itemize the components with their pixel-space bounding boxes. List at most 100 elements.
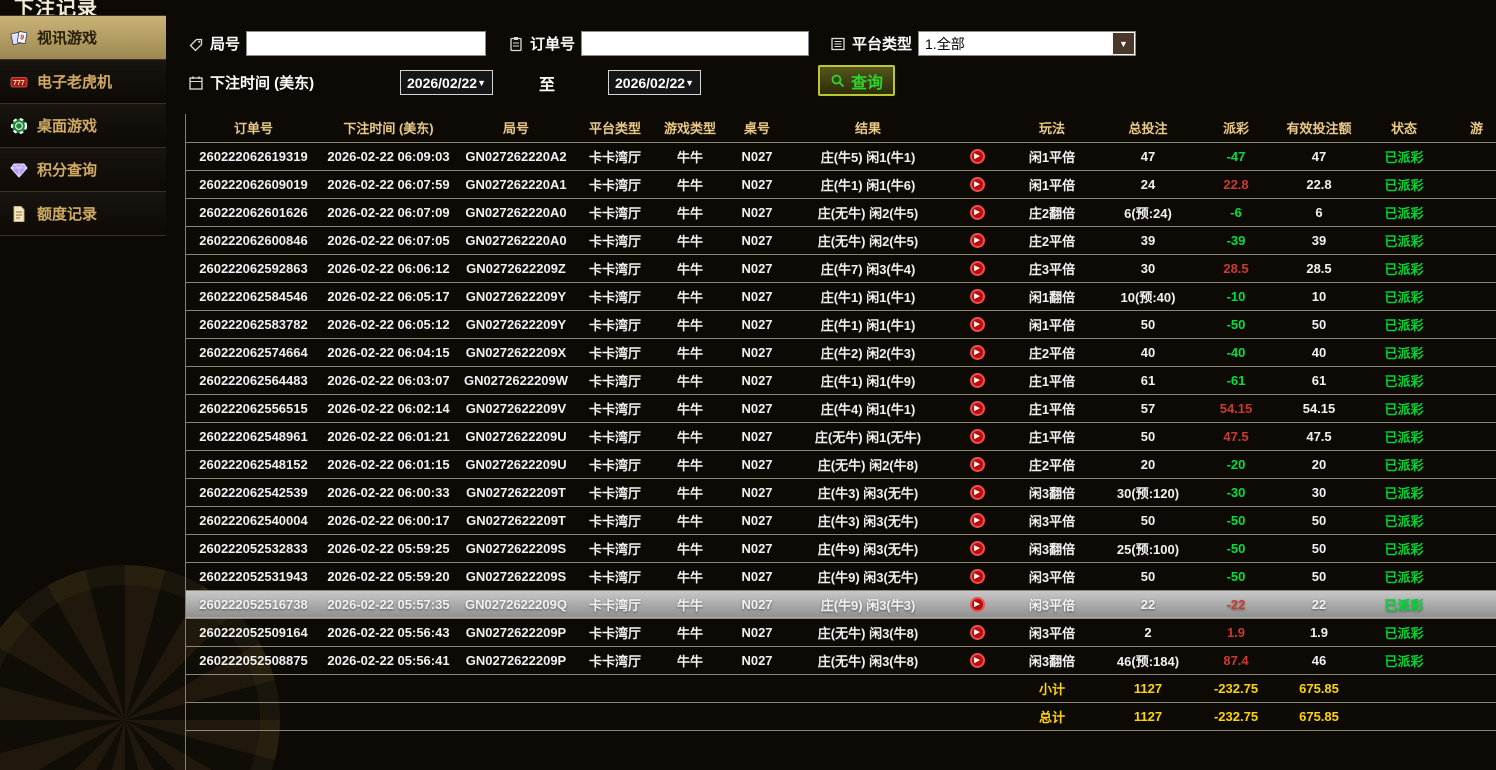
table-row[interactable]: 260222062574664 2026-02-22 06:04:15 GN02… [186, 338, 1496, 366]
payout-cell: -10 [1198, 282, 1274, 310]
table-row[interactable]: 260222062601626 2026-02-22 06:07:09 GN02… [186, 198, 1496, 226]
platform-type-filter: 平台类型 1.全部 ▼ [830, 31, 1136, 56]
total-bet-cell: 25(预:100) [1098, 534, 1198, 562]
game-type-cell: 牛牛 [654, 646, 726, 674]
play-result-button[interactable]: ▶ [970, 345, 985, 360]
round-id-cell: GN0272622209P [456, 618, 576, 646]
table-row[interactable]: 260222062600846 2026-02-22 06:07:05 GN02… [186, 226, 1496, 254]
result-cell: 庄(牛9) 闲3(牛3) [788, 590, 948, 618]
extra-cell [1444, 590, 1496, 618]
query-button[interactable]: 查询 [818, 65, 895, 96]
play-result-button[interactable]: ▶ [970, 597, 985, 612]
svg-text:777: 777 [13, 80, 25, 87]
play-method-cell: 闲1平倍 [1006, 310, 1098, 338]
play-method-cell: 庄1平倍 [1006, 422, 1098, 450]
platform-cell: 卡卡湾厅 [576, 646, 654, 674]
sidebar-item-1[interactable]: 777 电子老虎机 [0, 60, 166, 104]
play-cell: ▶ [948, 506, 1006, 534]
table-row[interactable]: 260222062583782 2026-02-22 06:05:12 GN02… [186, 310, 1496, 338]
play-result-button[interactable]: ▶ [970, 261, 985, 276]
platform-cell: 卡卡湾厅 [576, 590, 654, 618]
table-row[interactable]: 260222062556515 2026-02-22 06:02:14 GN02… [186, 394, 1496, 422]
date-from-picker[interactable]: 2026/02/22 ▼ [400, 70, 493, 95]
play-result-button[interactable]: ▶ [970, 457, 985, 472]
table-row[interactable]: 260222062540004 2026-02-22 06:00:17 GN02… [186, 506, 1496, 534]
table-header-row: 订单号下注时间 (美东)局号平台类型游戏类型桌号结果玩法总投注派彩有效投注额状态… [186, 114, 1496, 142]
sidebar-item-4[interactable]: 额度记录 [0, 192, 166, 236]
summary-valid-bet: 675.85 [1274, 674, 1364, 702]
table-row[interactable]: 260222052532833 2026-02-22 05:59:25 GN02… [186, 534, 1496, 562]
play-result-button[interactable]: ▶ [970, 485, 985, 500]
chevron-down-icon[interactable]: ▼ [1113, 33, 1134, 54]
total-bet-cell: 47 [1098, 142, 1198, 170]
bet-time-cell: 2026-02-22 06:04:15 [321, 338, 456, 366]
play-result-button[interactable]: ▶ [970, 149, 985, 164]
valid-bet-cell: 50 [1274, 310, 1364, 338]
table-row[interactable]: 260222052531943 2026-02-22 05:59:20 GN02… [186, 562, 1496, 590]
chip-icon [10, 117, 28, 135]
summary-row: 总计 1127 -232.75 675.85 [186, 702, 1496, 730]
play-result-button[interactable]: ▶ [970, 513, 985, 528]
result-cell: 庄(牛1) 闲1(牛9) [788, 366, 948, 394]
table-row[interactable]: 260222052516738 2026-02-22 05:57:35 GN02… [186, 590, 1496, 618]
table-row[interactable]: 260222062542539 2026-02-22 06:00:33 GN02… [186, 478, 1496, 506]
play-cell: ▶ [948, 534, 1006, 562]
play-result-button[interactable]: ▶ [970, 625, 985, 640]
game-type-cell: 牛牛 [654, 198, 726, 226]
play-method-cell: 庄2翻倍 [1006, 198, 1098, 226]
tag-icon [188, 36, 204, 52]
play-result-button[interactable]: ▶ [970, 653, 985, 668]
table-row[interactable]: 260222062548152 2026-02-22 06:01:15 GN02… [186, 450, 1496, 478]
play-result-button[interactable]: ▶ [970, 317, 985, 332]
play-result-button[interactable]: ▶ [970, 373, 985, 388]
play-result-button[interactable]: ▶ [970, 177, 985, 192]
table-no-cell: N027 [726, 534, 788, 562]
play-result-button[interactable]: ▶ [970, 541, 985, 556]
play-result-button[interactable]: ▶ [970, 233, 985, 248]
column-header: 下注时间 (美东) [321, 114, 456, 142]
play-cell: ▶ [948, 618, 1006, 646]
total-bet-cell: 61 [1098, 366, 1198, 394]
sidebar-item-0[interactable]: 9 视讯游戏 [0, 16, 166, 60]
play-result-button[interactable]: ▶ [970, 205, 985, 220]
table-row[interactable]: 260222052508875 2026-02-22 05:56:41 GN02… [186, 646, 1496, 674]
table-row[interactable]: 260222062548961 2026-02-22 06:01:21 GN02… [186, 422, 1496, 450]
sidebar-item-3[interactable]: 积分查询 [0, 148, 166, 192]
table-row[interactable]: 260222062619319 2026-02-22 06:09:03 GN02… [186, 142, 1496, 170]
table-no-cell: N027 [726, 254, 788, 282]
table-no-cell: N027 [726, 366, 788, 394]
valid-bet-cell: 46 [1274, 646, 1364, 674]
table-row[interactable]: 260222062609019 2026-02-22 06:07:59 GN02… [186, 170, 1496, 198]
status-badge: 已派彩 [1364, 506, 1444, 534]
play-result-button[interactable]: ▶ [970, 429, 985, 444]
table-row[interactable]: 260222062584546 2026-02-22 06:05:17 GN02… [186, 282, 1496, 310]
play-result-button[interactable]: ▶ [970, 289, 985, 304]
round-no-input[interactable] [246, 31, 486, 56]
platform-cell: 卡卡湾厅 [576, 450, 654, 478]
valid-bet-cell: 61 [1274, 366, 1364, 394]
order-no-input[interactable] [581, 31, 809, 56]
order-id-cell: 260222062564483 [186, 366, 321, 394]
play-cell: ▶ [948, 170, 1006, 198]
date-to-value: 2026/02/22 [615, 75, 685, 91]
date-range-to-label: 至 [539, 71, 555, 95]
result-cell: 庄(牛9) 闲3(无牛) [788, 562, 948, 590]
table-row[interactable]: 260222062592863 2026-02-22 06:06:12 GN02… [186, 254, 1496, 282]
order-id-cell: 260222052509164 [186, 618, 321, 646]
table-row[interactable]: 260222062564483 2026-02-22 06:03:07 GN02… [186, 366, 1496, 394]
summary-valid-bet: 675.85 [1274, 702, 1364, 730]
date-to-picker[interactable]: 2026/02/22 ▼ [608, 70, 701, 95]
play-result-button[interactable]: ▶ [970, 401, 985, 416]
play-method-cell: 闲3平倍 [1006, 506, 1098, 534]
play-result-button[interactable]: ▶ [970, 569, 985, 584]
payout-cell: -22 [1198, 590, 1274, 618]
result-cell: 庄(牛3) 闲3(无牛) [788, 478, 948, 506]
sidebar-item-2[interactable]: 桌面游戏 [0, 104, 166, 148]
game-type-cell: 牛牛 [654, 562, 726, 590]
round-no-label: 局号 [210, 33, 240, 54]
bet-time-cell: 2026-02-22 06:02:14 [321, 394, 456, 422]
platform-type-select[interactable]: 1.全部 ▼ [918, 31, 1136, 56]
table-row[interactable]: 260222052509164 2026-02-22 05:56:43 GN02… [186, 618, 1496, 646]
status-badge: 已派彩 [1364, 590, 1444, 618]
play-method-cell: 闲1平倍 [1006, 142, 1098, 170]
